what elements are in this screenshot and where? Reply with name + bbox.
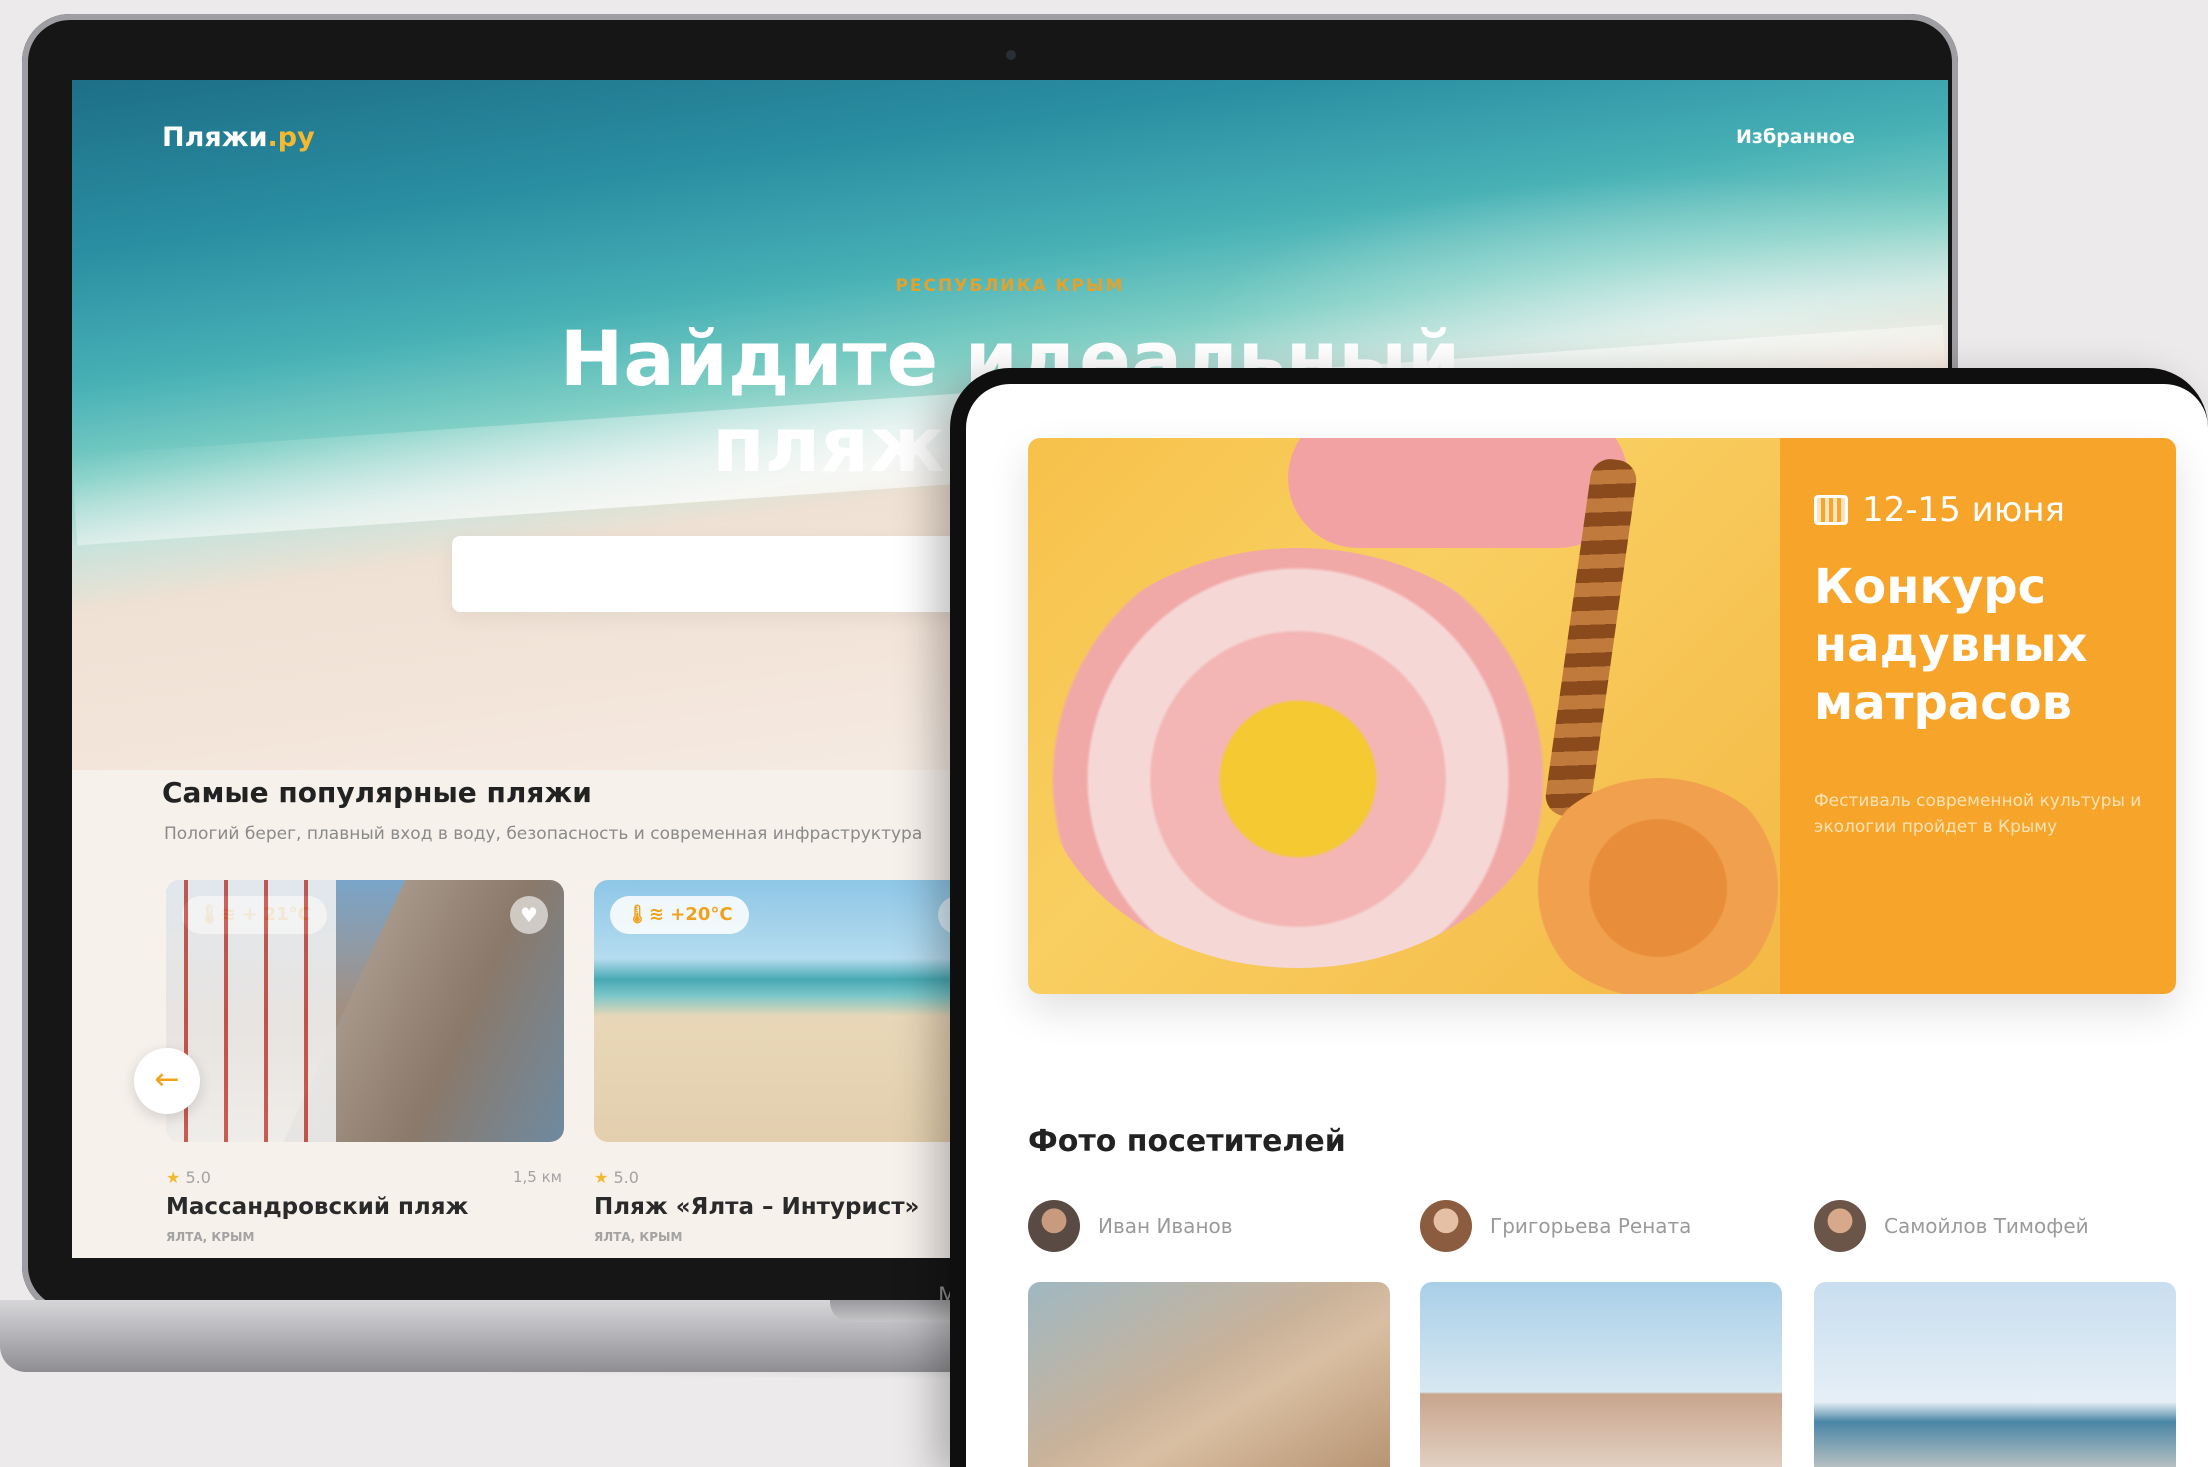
event-date: 12-15 июня [1814, 490, 2065, 530]
event-photo [1028, 438, 1788, 994]
site-logo[interactable]: Пляжи.ру [162, 122, 315, 153]
event-date-text: 12-15 июня [1862, 490, 2066, 530]
logo-accent: .ру [267, 122, 315, 153]
temperature-value: +20°C [670, 904, 733, 925]
beach-card[interactable]: 🌡≋ + 21°C ♥ ★ 5.0 1,5 км Массандровский … [166, 880, 566, 1244]
star-icon: ★ [594, 1168, 609, 1187]
visitor-photo[interactable] [1420, 1282, 1782, 1467]
avatar [1028, 1200, 1080, 1252]
thermometer-icon: 🌡≋ [198, 904, 236, 925]
event-description: Фестиваль современной культуры и экологи… [1814, 791, 2142, 837]
heart-icon[interactable]: ♥ [510, 896, 548, 934]
popular-beaches-title: Самые популярные пляжи [162, 776, 592, 809]
visitor-photo[interactable] [1814, 1282, 2176, 1467]
star-icon: ★ [166, 1168, 181, 1187]
visitor-photos-title: Фото посетителей [1028, 1124, 1346, 1159]
beach-distance: 1,5 км [513, 1168, 562, 1186]
event-title: Конкурс надувных матрасов [1814, 559, 2088, 731]
region-label: РЕСПУБЛИКА КРЫМ [895, 276, 1125, 296]
beach-card[interactable]: 🌡≋ +20°C ♥ ★ 5.0 200 Пляж «Ялта – Интури… [594, 880, 994, 1244]
donut-float-decoration [1038, 548, 1558, 968]
beach-location: ЯЛТА, КРЫМ [594, 1230, 683, 1244]
inflatable-float-decoration [1288, 438, 1628, 548]
straw-hat-decoration [1528, 778, 1788, 994]
thermometer-icon: 🌡≋ [626, 904, 664, 925]
temperature-badge: 🌡≋ + 21°C [182, 896, 327, 934]
avatar [1420, 1200, 1472, 1252]
beach-rating: ★ 5.0 [166, 1168, 211, 1187]
arrow-left-icon[interactable]: ← [134, 1048, 200, 1114]
logo-text: Пляжи [162, 122, 268, 153]
visitor-name: Самойлов Тимофей [1884, 1214, 2089, 1238]
temperature-badge: 🌡≋ +20°C [610, 896, 749, 934]
favorites-link[interactable]: Избранное [1736, 126, 1855, 148]
beach-rating: ★ 5.0 [594, 1168, 639, 1187]
beach-name[interactable]: Массандровский пляж [166, 1194, 468, 1220]
beach-photo: 🌡≋ + 21°C ♥ [166, 880, 564, 1142]
beach-name[interactable]: Пляж «Ялта – Интурист» [594, 1194, 919, 1220]
popular-beaches-subtitle: Пологий берег, плавный вход в воду, безо… [164, 824, 923, 844]
tablet-frame: 12-15 июня Конкурс надувных матрасов Фес… [950, 368, 2208, 1467]
beach-location: ЯЛТА, КРЫМ [166, 1230, 255, 1244]
visitor-photo[interactable] [1028, 1282, 1390, 1467]
tablet-screen: 12-15 июня Конкурс надувных матрасов Фес… [966, 384, 2208, 1467]
visitor-name: Иван Иванов [1098, 1214, 1233, 1238]
camera-dot [1006, 50, 1016, 60]
event-banner[interactable]: 12-15 июня Конкурс надувных матрасов Фес… [1028, 438, 2176, 994]
calendar-icon [1814, 495, 1848, 525]
temperature-value: + 21°C [242, 904, 311, 925]
event-info-panel: 12-15 июня Конкурс надувных матрасов Фес… [1780, 438, 2176, 994]
rating-value: 5.0 [185, 1168, 211, 1187]
avatar [1814, 1200, 1866, 1252]
visitor-name: Григорьева Рената [1490, 1214, 1692, 1238]
rating-value: 5.0 [613, 1168, 639, 1187]
beach-photo: 🌡≋ +20°C ♥ [594, 880, 992, 1142]
